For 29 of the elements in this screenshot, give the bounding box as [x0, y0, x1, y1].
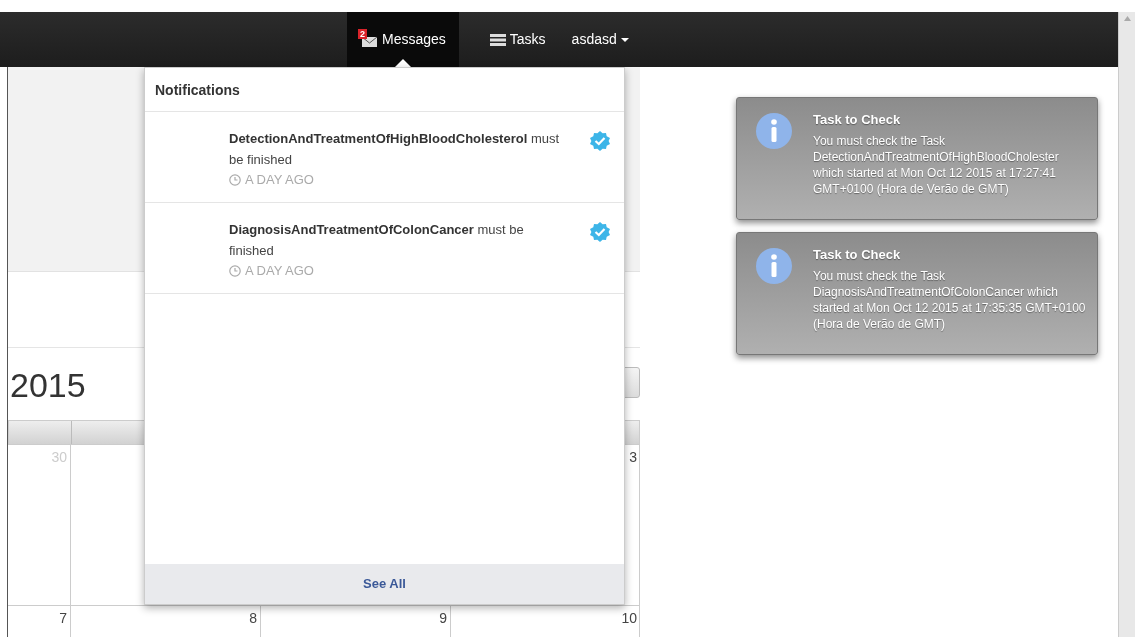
- toast-message: You must check the Task DetectionAndTreatmentOfHighBloodCholester which started at Mon Oct 12 2015 at 17:27:41 GMT+0100 (Hora de Verão de GMT): [813, 133, 1060, 197]
- day-number: 8: [249, 610, 257, 626]
- notification-text: DetectionAndTreatmentOfHighBloodCholesterol must be finished: [229, 130, 560, 169]
- day-number: 9: [439, 610, 447, 626]
- notification-item[interactable]: DiagnosisAndTreatmentOfColonCancer must be finished A DAY AGO: [145, 203, 624, 294]
- notification-text: DiagnosisAndTreatmentOfColonCancer must be finished: [229, 221, 525, 260]
- nav-link[interactable]: Tasks: [476, 12, 559, 67]
- info-icon: [755, 112, 793, 150]
- timestamp: A DAY AGO: [245, 262, 314, 280]
- toast-title: Task to Check: [813, 246, 902, 264]
- nav-link[interactable]: asdasd: [558, 12, 642, 67]
- day-number: 7: [59, 610, 67, 626]
- timestamp: A DAY AGO: [245, 171, 314, 189]
- day-number: 3: [629, 449, 637, 465]
- clock-icon: [229, 265, 241, 277]
- nav-link[interactable]: 2 Messages: [347, 12, 459, 67]
- info-icon: [755, 247, 793, 285]
- toast-message: You must check the Task DiagnosisAndTreatmentOfColonCancer which started at Mon Oct 12 2015 at 17:35:35 GMT+0100 (Hora de Verão de GMT): [813, 268, 1087, 332]
- toast-title: Task to Check: [813, 111, 902, 129]
- arrow-up-icon[interactable]: [1123, 16, 1131, 21]
- dropdown-title: Notifications: [145, 68, 624, 112]
- see-all-link[interactable]: See All: [145, 564, 624, 604]
- day-number: 10: [621, 610, 637, 626]
- clock-icon: [229, 174, 241, 186]
- badge: 2: [358, 28, 367, 39]
- notification-item[interactable]: DetectionAndTreatmentOfHighBloodCholesterol must be finished A DAY AGO: [145, 112, 624, 203]
- caret-icon: [620, 37, 629, 42]
- list-icon: [489, 33, 506, 46]
- calendar-title: 2015: [9, 365, 86, 406]
